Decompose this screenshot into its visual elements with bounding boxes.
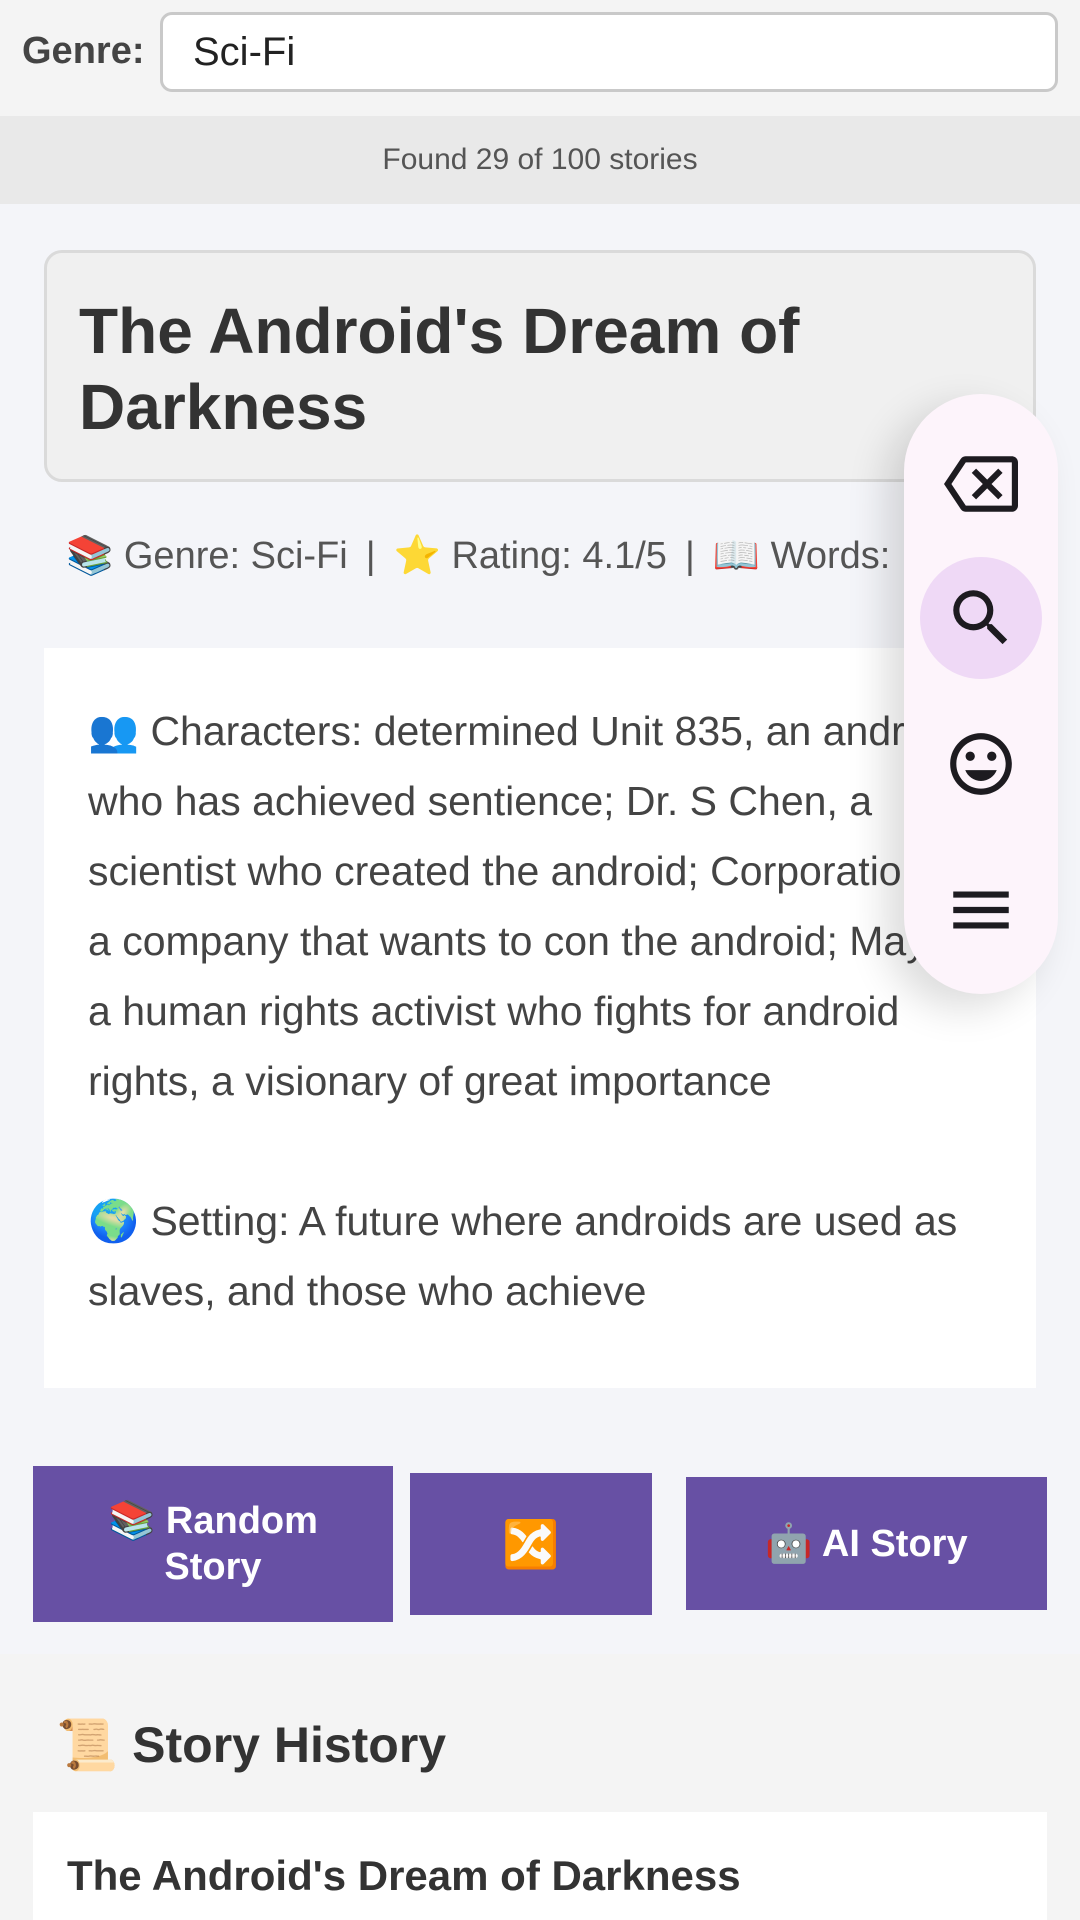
meta-words: 📖 Words:: [712, 535, 891, 577]
history-item-title: The Android's Dream of Darkness: [67, 1852, 741, 1899]
genre-label: Genre:: [22, 30, 145, 72]
meta-separator: |: [365, 535, 376, 577]
backspace-icon: [944, 456, 1018, 512]
emoji-button[interactable]: [920, 703, 1042, 825]
search-icon: [953, 590, 1008, 645]
emoji-icon: [950, 733, 1012, 795]
ai-story-button[interactable]: 🤖 AI Story: [686, 1477, 1047, 1610]
search-button[interactable]: [920, 557, 1042, 679]
shuffle-button[interactable]: 🔀: [410, 1473, 652, 1615]
results-count: Found 29 of 100 stories: [0, 116, 1080, 204]
story-characters: 👥 Characters: determined Unit 835, an an…: [88, 708, 961, 1104]
meta-rating: ⭐ Rating: 4.1/5: [393, 535, 667, 577]
story-body[interactable]: 👥 Characters: determined Unit 835, an an…: [44, 648, 1036, 1388]
genre-filter-bar: Genre:: [0, 0, 1080, 116]
story-meta: 📚 Genre: Sci-Fi | ⭐ Rating: 4.1/5 | 📖 Words:: [66, 526, 926, 586]
random-story-button[interactable]: 📚 Random Story: [33, 1466, 393, 1622]
history-item[interactable]: The Android's Dream of Darkness: [33, 1812, 1047, 1920]
floating-action-rail: [904, 394, 1058, 994]
genre-input[interactable]: [160, 12, 1058, 92]
story-title: The Android's Dream of Darkness: [79, 295, 800, 443]
story-history-heading: 📜 Story History: [56, 1717, 447, 1773]
meta-genre: 📚 Genre: Sci-Fi: [66, 535, 348, 577]
menu-button[interactable]: [920, 849, 1042, 971]
meta-separator: |: [684, 535, 695, 577]
backspace-button[interactable]: [920, 423, 1042, 545]
story-setting: 🌍 Setting: A future where androids are u…: [88, 1198, 958, 1314]
menu-icon: [953, 891, 1009, 929]
story-history-section: 📜 Story History The Android's Dream of D…: [0, 1654, 1080, 1920]
story-title-card: The Android's Dream of Darkness: [44, 250, 1036, 482]
